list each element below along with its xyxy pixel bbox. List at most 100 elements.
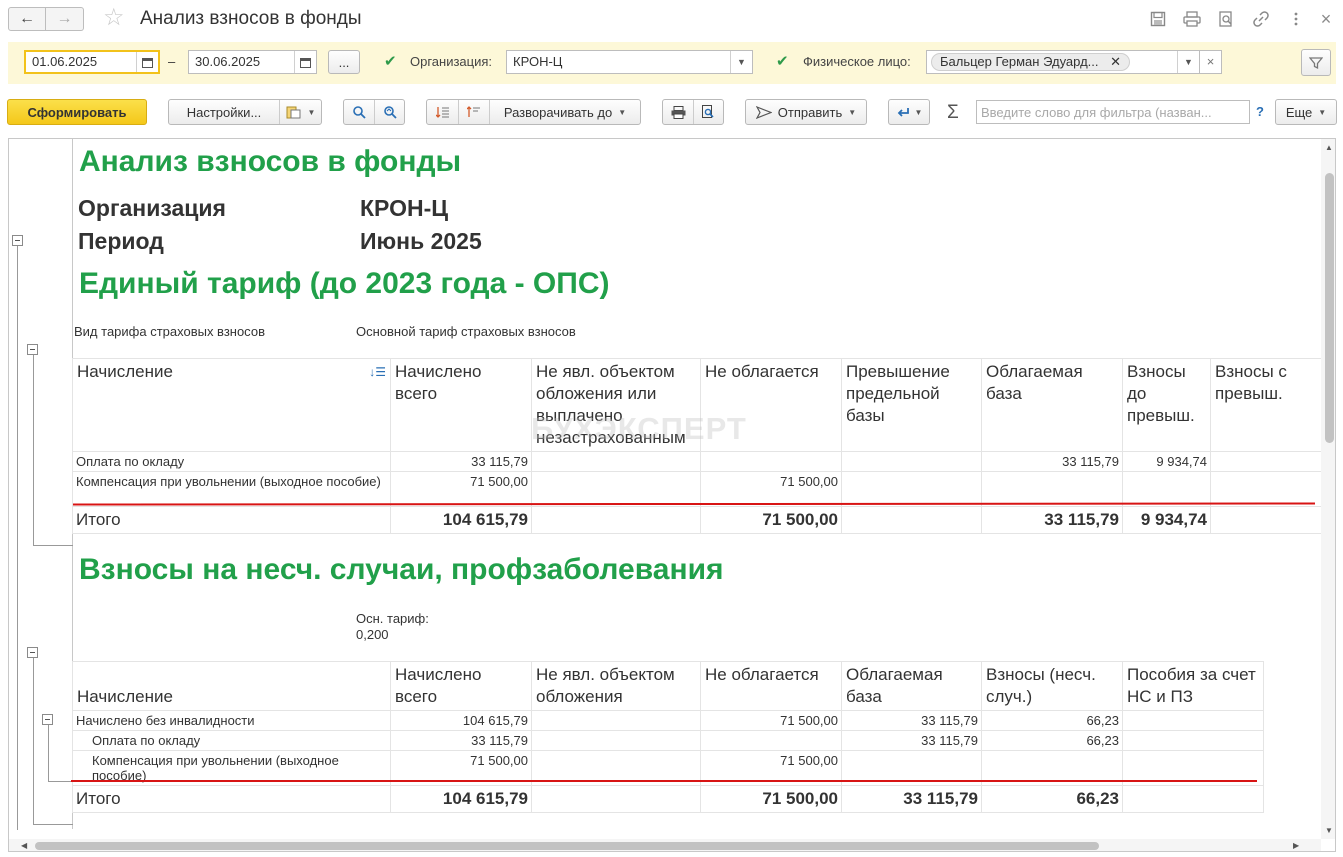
table-cell[interactable]: 33 115,79 bbox=[841, 730, 982, 751]
settings-button[interactable]: Настройки... ▼ bbox=[168, 99, 322, 125]
horizontal-scrollbar[interactable]: ◀ ▶ bbox=[9, 839, 1321, 851]
sort-icon[interactable]: ↓☰ bbox=[369, 361, 386, 383]
collapse-group-icon[interactable] bbox=[27, 647, 38, 658]
column-header[interactable]: Не явл. объектом обложения bbox=[531, 661, 701, 711]
table-cell[interactable]: 33 115,79 bbox=[390, 451, 532, 472]
table-cell[interactable]: 104 615,79 bbox=[390, 710, 532, 731]
dropdown-arrow-icon[interactable]: ▼ bbox=[730, 51, 752, 73]
column-header[interactable]: Начислено всего bbox=[390, 661, 532, 711]
person-checkbox[interactable]: ✔ bbox=[776, 54, 791, 69]
collapse-group-icon[interactable] bbox=[12, 235, 23, 246]
column-header[interactable]: Не облагается bbox=[700, 661, 842, 711]
table-cell[interactable] bbox=[841, 451, 982, 472]
column-header[interactable]: Взносы (несч. случ.) bbox=[981, 661, 1123, 711]
generate-button[interactable]: Сформировать bbox=[7, 99, 147, 125]
table-cell[interactable]: 71 500,00 bbox=[700, 785, 842, 813]
table-cell[interactable]: Начислено без инвалидности bbox=[72, 710, 391, 731]
column-header[interactable]: Взносы до превыш. bbox=[1122, 358, 1211, 452]
print-icon[interactable] bbox=[1182, 9, 1202, 29]
dropdown-arrow-icon[interactable]: ▼ bbox=[1177, 51, 1199, 73]
table-cell[interactable] bbox=[841, 506, 982, 534]
table-row[interactable]: Компенсация при увольнении (выходное пос… bbox=[72, 471, 1331, 507]
print-icon[interactable] bbox=[663, 100, 693, 124]
table-cell[interactable] bbox=[531, 506, 701, 534]
collapse-groups-icon[interactable] bbox=[427, 100, 458, 124]
table-cell[interactable]: Оплата по окладу bbox=[72, 730, 391, 751]
table-cell[interactable]: 66,23 bbox=[981, 785, 1123, 813]
table-cell[interactable]: 33 115,79 bbox=[841, 710, 982, 731]
go-to-button[interactable]: ▼ bbox=[888, 99, 930, 125]
close-icon[interactable]: × bbox=[1316, 9, 1336, 29]
table-cell[interactable] bbox=[981, 471, 1123, 507]
report-viewer[interactable]: Анализ взносов в фонды Организация КРОН-… bbox=[8, 138, 1336, 852]
table-cell[interactable] bbox=[531, 451, 701, 472]
column-header[interactable]: Взносы с превыш. bbox=[1210, 358, 1331, 452]
expand-to-button[interactable]: Разворачивать до ▼ bbox=[489, 100, 640, 124]
column-header[interactable]: Начисление bbox=[72, 661, 391, 711]
table-cell[interactable]: 104 615,79 bbox=[390, 506, 532, 534]
column-header[interactable]: Превышение предельной базы bbox=[841, 358, 982, 452]
link-icon[interactable] bbox=[1251, 9, 1271, 29]
total-row[interactable]: Итого 104 615,79 71 500,00 33 115,79 66,… bbox=[72, 785, 1264, 813]
table-cell[interactable]: 9 934,74 bbox=[1122, 451, 1211, 472]
date-from-field[interactable]: 01.06.2025 bbox=[24, 50, 160, 74]
table-cell[interactable]: 9 934,74 bbox=[1122, 506, 1211, 534]
table-cell[interactable]: 104 615,79 bbox=[390, 785, 532, 813]
filter-settings-button[interactable] bbox=[1301, 49, 1331, 76]
sum-icon[interactable]: Σ bbox=[947, 102, 959, 124]
scroll-up-icon[interactable]: ▲ bbox=[1325, 143, 1333, 152]
table-cell[interactable] bbox=[1122, 785, 1264, 813]
table-cell[interactable] bbox=[531, 730, 701, 751]
collapse-group-icon[interactable] bbox=[27, 344, 38, 355]
person-field[interactable]: Бальцер Герман Эдуард... ✕ ▼ bbox=[926, 50, 1200, 74]
table-cell[interactable]: 71 500,00 bbox=[700, 506, 842, 534]
table-cell[interactable]: Итого bbox=[72, 506, 391, 534]
table-cell[interactable]: 33 115,79 bbox=[390, 730, 532, 751]
date-to-field[interactable]: 30.06.2025 bbox=[188, 50, 317, 74]
table-cell[interactable] bbox=[531, 471, 701, 507]
chip-remove-icon[interactable]: ✕ bbox=[1110, 54, 1121, 69]
calendar-icon[interactable] bbox=[294, 51, 316, 73]
table-row[interactable]: Оплата по окладу 33 115,79 33 115,79 66,… bbox=[72, 730, 1264, 751]
vertical-scrollbar[interactable]: ▲ ▼ bbox=[1321, 139, 1335, 839]
preview-icon[interactable] bbox=[1216, 9, 1236, 29]
person-chip[interactable]: Бальцер Герман Эдуард... ✕ bbox=[931, 53, 1131, 71]
column-header[interactable]: Облагаемая база bbox=[981, 358, 1123, 452]
column-header[interactable]: Пособия за счет НС и ПЗ bbox=[1122, 661, 1264, 711]
table-cell[interactable]: Компенсация при увольнении (выходное пос… bbox=[72, 471, 391, 507]
forward-button[interactable]: → bbox=[46, 7, 84, 31]
table-cell[interactable]: 66,23 bbox=[981, 730, 1123, 751]
table-cell[interactable]: 33 115,79 bbox=[981, 506, 1123, 534]
scroll-down-icon[interactable]: ▼ bbox=[1325, 826, 1333, 835]
person-clear-button[interactable]: × bbox=[1199, 50, 1222, 74]
table-cell[interactable] bbox=[1210, 451, 1331, 472]
organization-checkbox[interactable]: ✔ bbox=[384, 54, 399, 69]
table-cell[interactable] bbox=[841, 471, 982, 507]
more-vertical-icon[interactable] bbox=[1286, 9, 1306, 29]
column-header[interactable]: Начисление ↓☰ bbox=[72, 358, 391, 452]
save-icon[interactable] bbox=[1148, 9, 1168, 29]
search-next-icon[interactable] bbox=[374, 100, 404, 124]
table-row[interactable]: Начислено без инвалидности 104 615,79 71… bbox=[72, 710, 1264, 731]
search-icon[interactable] bbox=[344, 100, 374, 124]
expand-groups-icon[interactable] bbox=[458, 100, 489, 124]
table-cell[interactable]: 71 500,00 bbox=[700, 471, 842, 507]
total-row[interactable]: Итого 104 615,79 71 500,00 33 115,79 9 9… bbox=[72, 506, 1331, 534]
table-cell[interactable]: 33 115,79 bbox=[841, 785, 982, 813]
favorite-star-icon[interactable]: ☆ bbox=[103, 5, 125, 31]
print-preview-icon[interactable] bbox=[693, 100, 723, 124]
scroll-right-icon[interactable]: ▶ bbox=[1293, 841, 1299, 850]
scroll-left-icon[interactable]: ◀ bbox=[21, 841, 27, 850]
calendar-icon[interactable] bbox=[136, 52, 158, 72]
variant-icon[interactable]: ▼ bbox=[279, 100, 321, 124]
organization-field[interactable]: КРОН-Ц ▼ bbox=[506, 50, 753, 74]
table-cell[interactable] bbox=[1210, 471, 1331, 507]
send-button[interactable]: Отправить ▼ bbox=[745, 99, 867, 125]
more-button[interactable]: Еще ▼ bbox=[1275, 99, 1337, 125]
table-cell[interactable] bbox=[700, 451, 842, 472]
back-button[interactable]: ← bbox=[8, 7, 46, 31]
table-cell[interactable]: Оплата по окладу bbox=[72, 451, 391, 472]
collapse-group-icon[interactable] bbox=[42, 714, 53, 725]
period-select-button[interactable]: ... bbox=[328, 50, 360, 74]
vertical-scroll-thumb[interactable] bbox=[1325, 173, 1334, 443]
